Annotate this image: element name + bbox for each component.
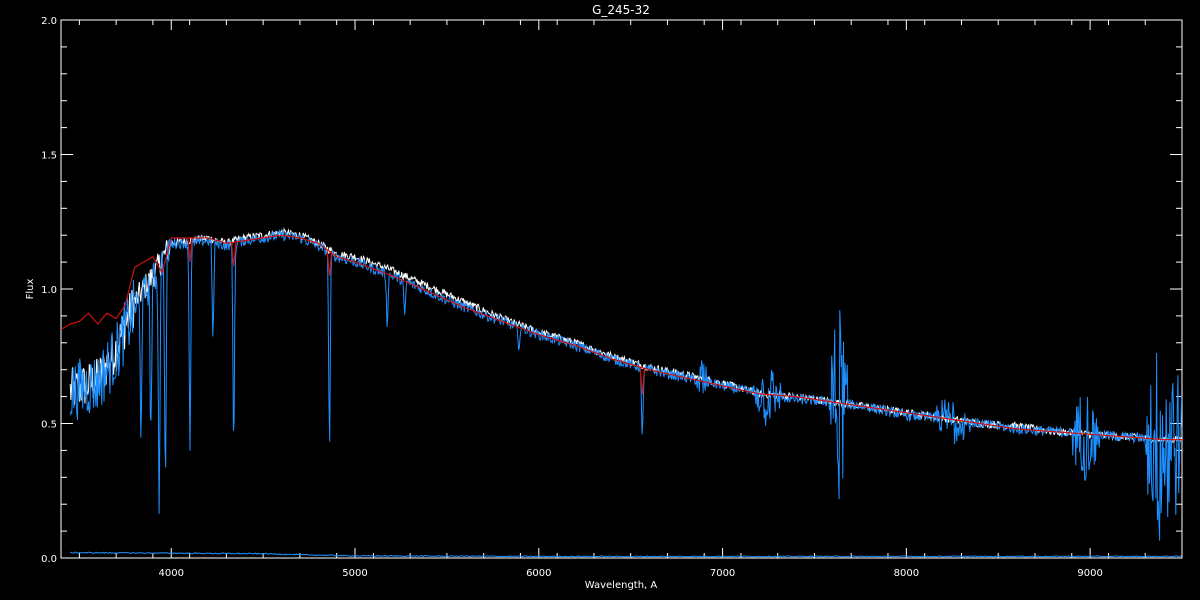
x-tick-label: 6000 (526, 568, 551, 579)
chart-background (0, 0, 1200, 600)
y-tick-label: 0.5 (41, 420, 57, 431)
y-tick-label: 1.0 (41, 285, 57, 296)
y-tick-label: 2.0 (41, 16, 57, 27)
chart-title: G_245-32 (592, 3, 650, 17)
spectrum-chart: 4000 5000 6000 7000 8000 9000 0.0 0.5 1.0 1.5 2.0… (0, 0, 1200, 600)
chart-container: 4000 5000 6000 7000 8000 9000 0.0 0.5 1.0 1.5 2.0… (0, 0, 1200, 600)
x-tick-label: 9000 (1077, 568, 1102, 579)
x-tick-label: 4000 (159, 568, 184, 579)
x-tick-label: 7000 (710, 568, 735, 579)
x-axis-label: Wavelength, A (585, 580, 658, 591)
x-tick-label: 5000 (342, 568, 367, 579)
x-tick-label: 8000 (894, 568, 919, 579)
y-axis-label: Flux (25, 279, 36, 300)
y-tick-label: 0.0 (41, 554, 57, 565)
y-tick-label: 1.5 (41, 151, 57, 162)
